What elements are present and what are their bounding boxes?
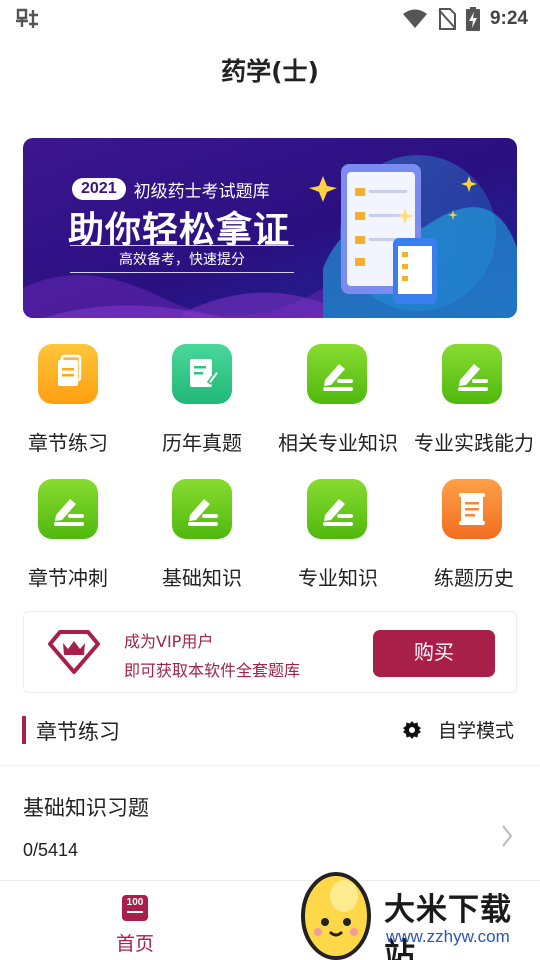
document-icon xyxy=(38,344,98,404)
pencil-icon xyxy=(38,479,98,539)
watermark-name: 大米下载站 xyxy=(384,892,512,960)
chevron-right-icon xyxy=(502,825,513,847)
buy-button[interactable]: 购买 xyxy=(373,630,495,677)
status-time: 9:24 xyxy=(489,8,528,29)
grid-label: 练题历史 xyxy=(434,566,514,590)
exercise-title: 基础知识习题 xyxy=(23,796,149,820)
banner-divider xyxy=(70,272,294,273)
banner-tagline: 高效备考，快速提分 xyxy=(119,252,245,268)
status-indicators: 9:24 xyxy=(402,6,528,32)
banner-divider xyxy=(70,245,294,246)
pencil-icon xyxy=(442,344,502,404)
gear-icon xyxy=(403,720,421,739)
watermark-url: www.zzhyw.com xyxy=(386,927,510,946)
scroll-icon xyxy=(442,479,502,539)
vip-card: 成为VIP用户 即可获取本软件全套题库 购买 xyxy=(23,611,517,693)
status-bar: 9:24 xyxy=(0,0,540,38)
pencil-icon xyxy=(307,479,367,539)
crown-badge-icon xyxy=(48,630,100,674)
home-icon-text: 100 xyxy=(126,897,144,908)
mascot-logo xyxy=(301,872,371,960)
wifi-icon xyxy=(402,9,427,28)
self-study-mode-button[interactable]: 自学模式 xyxy=(402,716,514,743)
grid-label: 专业实践能力 xyxy=(414,431,534,455)
banner-year: 2021 xyxy=(72,178,126,200)
battery-charging-icon xyxy=(465,7,480,31)
section-title: 章节练习 xyxy=(36,720,120,744)
exercise-progress: 0/5414 xyxy=(23,840,79,860)
paper-pen-icon xyxy=(172,344,232,404)
debug-icon xyxy=(16,8,38,28)
home-icon: 100 xyxy=(122,895,148,921)
vip-description: 即可获取本软件全套题库 xyxy=(124,661,301,680)
no-sim-icon xyxy=(438,8,456,30)
nav-home-label: 首页 xyxy=(115,933,154,955)
section-accent-bar xyxy=(22,716,26,744)
pencil-icon xyxy=(172,479,232,539)
page-title: 药学(士) xyxy=(221,57,319,86)
banner-subtitle: 初级药士考试题库 xyxy=(133,181,270,202)
pencil-icon xyxy=(307,344,367,404)
divider xyxy=(0,765,540,766)
mode-label: 自学模式 xyxy=(438,720,515,742)
vip-title: 成为VIP用户 xyxy=(124,632,214,651)
banner-title-row: 2021 初级药士考试题库 xyxy=(72,177,270,202)
